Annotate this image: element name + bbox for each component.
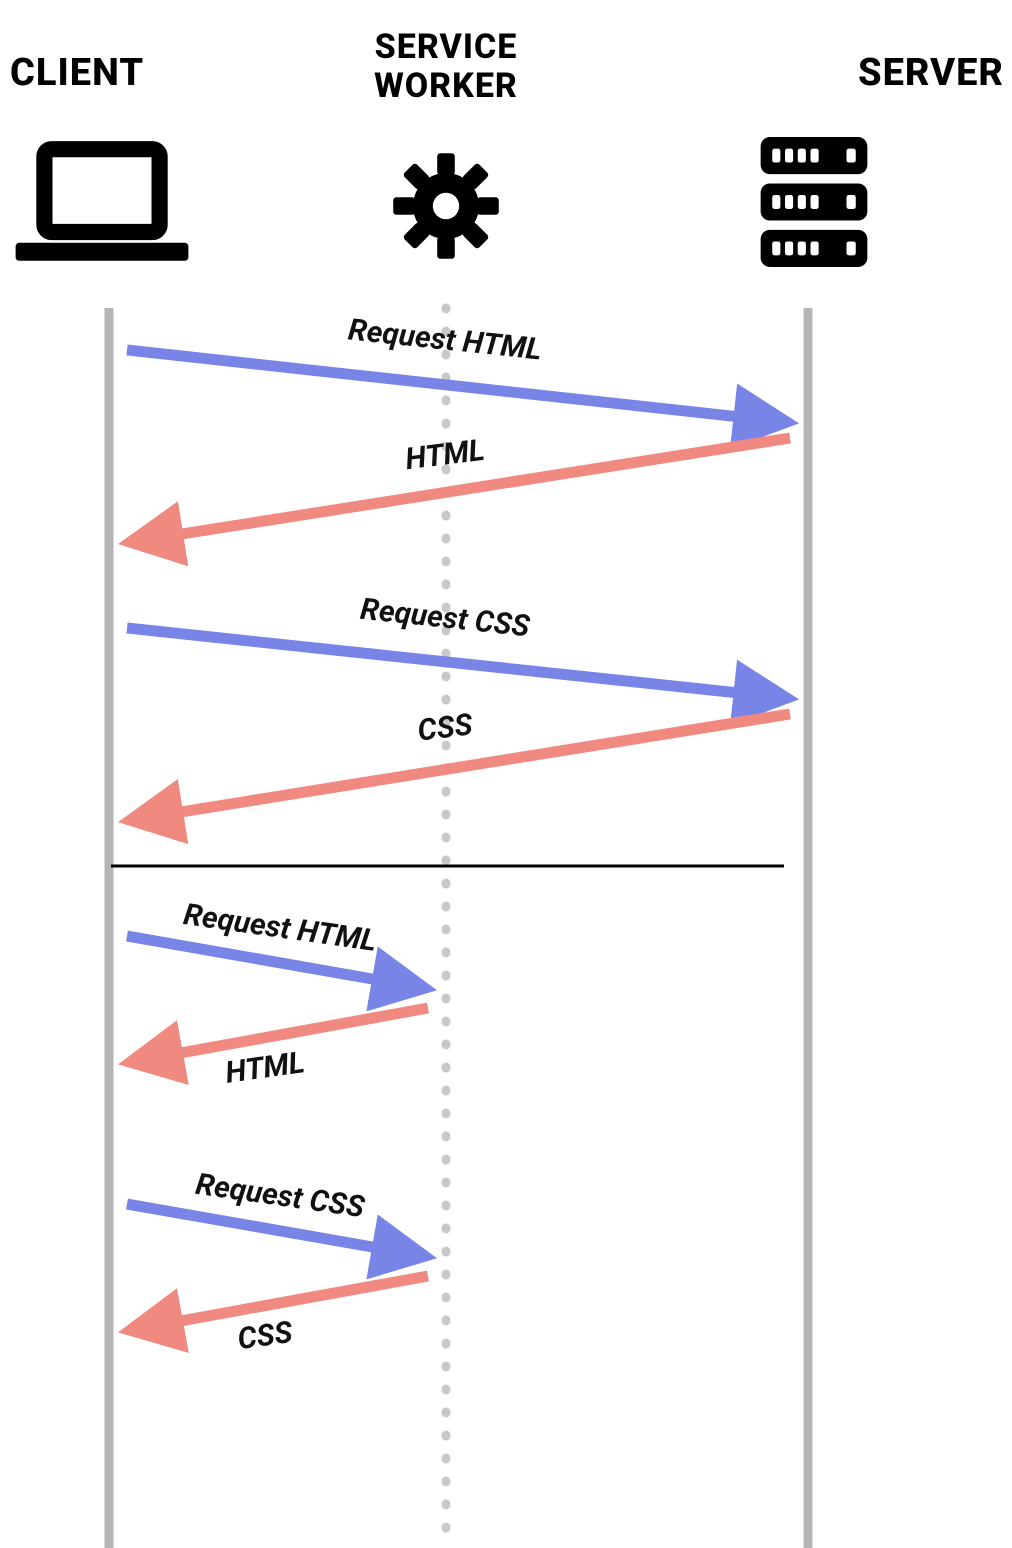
arrow-req-css-1 [127,628,786,698]
sequence-overlay [0,0,1012,1548]
label-res-css-1: CSS [416,707,475,748]
arrow-req-html-1 [127,350,786,422]
diagram-canvas: CLIENT SERVICEWORKER SERVER [0,0,1012,1548]
